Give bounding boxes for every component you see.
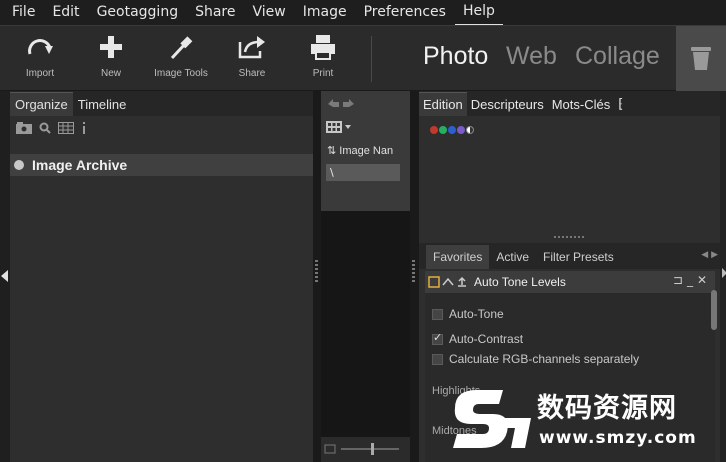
tab-mots-cles[interactable]: Mots-Clés: [548, 93, 615, 116]
mode-web[interactable]: Web: [506, 42, 557, 71]
print-button[interactable]: Print: [293, 26, 353, 91]
import-button[interactable]: Import: [10, 26, 70, 91]
toolbar-separator: [371, 36, 372, 82]
filter-header-icons: [428, 276, 466, 288]
redo-icon: [343, 99, 354, 107]
tab-favorites[interactable]: Favorites: [426, 245, 490, 269]
red-label-icon[interactable]: [430, 126, 438, 134]
menu-preferences[interactable]: Preferences: [364, 0, 446, 25]
folder-camera-icon[interactable]: [16, 122, 32, 134]
mode-collage[interactable]: Collage: [575, 42, 660, 71]
right-splitter-handle[interactable]: [412, 260, 415, 284]
trash-button[interactable]: [676, 26, 726, 91]
auto-contrast-label: Auto-Contrast: [449, 332, 524, 346]
auto-tone-checkbox[interactable]: [432, 308, 443, 320]
left-splitter-handle[interactable]: [315, 260, 318, 284]
blue-label-icon[interactable]: [448, 126, 456, 134]
undo-redo-icons: [328, 99, 354, 107]
printer-icon: [311, 35, 335, 60]
collapse-right-arrow-icon[interactable]: [722, 268, 726, 278]
auto-contrast-checkbox[interactable]: [432, 331, 443, 345]
mode-photo[interactable]: Photo: [423, 42, 488, 71]
info-icon[interactable]: [81, 122, 87, 134]
rgb-channels-option[interactable]: Calculate RGB-channels separately: [432, 352, 639, 366]
plus-icon: [100, 36, 122, 58]
auto-tone-levels-header[interactable]: Auto Tone Levels ⊐_✕: [425, 271, 715, 293]
rgb-channels-checkbox[interactable]: [432, 353, 443, 365]
image-tools-button[interactable]: Image Tools: [151, 26, 211, 91]
menu-file[interactable]: File: [12, 0, 35, 25]
auto-contrast-option[interactable]: Auto-Contrast: [432, 331, 524, 346]
bw-label-icon[interactable]: [466, 126, 474, 134]
watermark: 数码资源网 www.smzy.com: [445, 378, 715, 458]
archive-status-dot: [14, 160, 24, 170]
watermark-chinese-text: 数码资源网: [537, 393, 677, 424]
share-icon: [238, 36, 265, 59]
filter-tabs: Favorites Active Filter Presets ◀ ▶: [419, 243, 726, 269]
eyedropper-icon: [170, 36, 193, 60]
right-panel-tabs: Edition Descripteurs Mots-Clés ⁅: [419, 91, 726, 116]
left-panel-iconbar: [10, 116, 313, 140]
green-label-icon[interactable]: [439, 126, 447, 134]
export-icon: [458, 276, 466, 287]
watermark-logo-icon: [453, 390, 531, 448]
import-icon: [28, 39, 53, 55]
auto-tone-label: Auto-Tone: [449, 307, 504, 321]
image-name-field[interactable]: \: [326, 164, 400, 181]
menu-image[interactable]: Image: [303, 0, 347, 25]
tab-timeline[interactable]: Timeline: [73, 93, 132, 116]
search-icon[interactable]: [39, 122, 51, 134]
image-name-column-header[interactable]: ⇅ Image Nan: [327, 144, 407, 157]
print-label: Print: [312, 68, 334, 79]
calendar-grid-icon[interactable]: [58, 122, 74, 134]
left-panel-tabs: Organize Timeline: [10, 91, 313, 116]
tab-active[interactable]: Active: [489, 245, 536, 269]
color-label-dots: [430, 126, 474, 134]
file-list-area[interactable]: [321, 211, 410, 462]
tab-edition[interactable]: Edition: [419, 92, 467, 116]
tab-overflow-icon[interactable]: ⁅: [614, 92, 627, 116]
menu-view[interactable]: View: [253, 0, 286, 25]
file-list-header-area: ⇅ Image Nan \: [321, 91, 410, 211]
purple-label-icon[interactable]: [457, 126, 465, 134]
tab-scroll-arrows-icon[interactable]: ◀ ▶: [701, 250, 718, 260]
trash-icon: [691, 47, 711, 70]
menu-geotagging[interactable]: Geotagging: [97, 0, 179, 25]
menu-share[interactable]: Share: [195, 0, 235, 25]
reset-icon: [442, 277, 454, 286]
menu-bar: File Edit Geotagging Share View Image Pr…: [0, 0, 726, 26]
filter-scrollbar-thumb[interactable]: [711, 290, 717, 330]
rgb-channels-label: Calculate RGB-channels separately: [449, 352, 640, 366]
sort-arrows-icon: ⇅: [327, 145, 340, 157]
watermark-url: www.smzy.com: [539, 428, 697, 448]
slider-track: [324, 443, 399, 455]
share-button[interactable]: Share: [222, 26, 282, 91]
image-archive-row[interactable]: Image Archive: [10, 154, 313, 176]
filter-title: Auto Tone Levels: [474, 275, 566, 289]
tab-organize[interactable]: Organize: [10, 92, 73, 116]
tab-descripteurs[interactable]: Descripteurs: [467, 93, 548, 116]
new-button[interactable]: New: [81, 26, 141, 91]
main-toolbar: Import New Image Tools Share Print Photo: [0, 25, 726, 91]
organize-panel: Organize Timeline Image Archive: [10, 91, 313, 462]
collapse-left-arrow-icon[interactable]: [1, 270, 8, 282]
auto-tone-option[interactable]: Auto-Tone: [432, 307, 504, 321]
thumbnail-size-slider[interactable]: [321, 437, 410, 462]
horizontal-splitter-handle[interactable]: [554, 236, 584, 238]
view-mode-grid-icon[interactable]: [326, 121, 352, 133]
menu-help[interactable]: Help: [454, 0, 503, 26]
undo-icon: [328, 99, 339, 107]
menu-edit[interactable]: Edit: [52, 0, 79, 25]
preview-icon: [428, 276, 440, 288]
tab-filter-presets[interactable]: Filter Presets: [536, 245, 621, 269]
filter-window-controls[interactable]: ⊐_✕: [673, 273, 711, 287]
archive-label: Image Archive: [32, 157, 128, 173]
file-list-panel: ⇅ Image Nan \: [321, 91, 410, 462]
